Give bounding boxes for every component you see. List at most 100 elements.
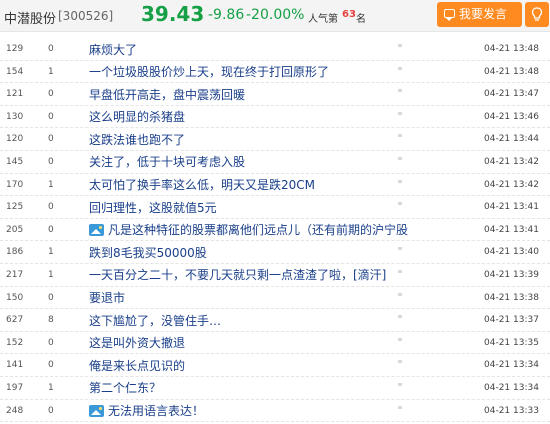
author-placeholder[interactable] xyxy=(398,315,446,323)
author-placeholder[interactable] xyxy=(398,360,446,368)
post-row[interactable]: 125 0 回归理性，这股就值5元 04-21 13:41 xyxy=(0,196,550,219)
post-title-wrap: 无法用语言表达！ xyxy=(89,403,204,419)
post-time: 04-21 13:46 xyxy=(484,111,539,122)
post-row[interactable]: 141 0 俺是来长点见识的 04-21 13:34 xyxy=(0,354,550,377)
post-title-wrap: 俺是来长点见识的 xyxy=(89,357,185,373)
post-title-link[interactable]: 无法用语言表达！ xyxy=(108,402,204,419)
author-placeholder[interactable] xyxy=(398,111,446,120)
popularity-rank: 63 xyxy=(342,9,356,20)
post-row[interactable]: 130 0 这么明显的杀猪盘 04-21 13:46 xyxy=(0,106,550,129)
author-placeholder[interactable] xyxy=(398,44,446,52)
post-row[interactable]: 186 1 跌到8毛我买50000股 04-21 13:40 xyxy=(0,241,550,264)
post-title-wrap: 这是叫外资大撤退 xyxy=(89,335,185,351)
post-title-link[interactable]: 要退市 xyxy=(89,289,125,306)
post-row[interactable]: 197 1 第二个仁东？ 04-21 13:34 xyxy=(0,377,550,400)
post-title-link[interactable]: 这么明显的杀猪盘 xyxy=(89,108,185,125)
post-title-wrap: 凡是这种特征的股票都离他们远点儿（还有前期的沪宁股 xyxy=(89,222,408,238)
post-title-wrap: 回归理性，这股就值5元 xyxy=(89,199,217,215)
author-placeholder[interactable] xyxy=(398,224,446,233)
read-count: 205 xyxy=(6,224,24,235)
post-time: 04-21 13:48 xyxy=(484,66,539,77)
post-row[interactable]: 145 0 关注了，低于十块可考虑入股 04-21 13:42 xyxy=(0,151,550,174)
read-count: 121 xyxy=(6,89,24,100)
post-time: 04-21 13:40 xyxy=(484,247,539,258)
read-count: 150 xyxy=(6,292,24,303)
stock-name[interactable]: 中潜股份 xyxy=(4,8,56,27)
post-time: 04-21 13:38 xyxy=(484,292,539,303)
picture-icon xyxy=(89,223,104,236)
post-row[interactable]: 129 0 麻烦大了 04-21 13:48 xyxy=(0,38,550,61)
author-placeholder[interactable] xyxy=(398,156,446,165)
author-placeholder[interactable] xyxy=(398,179,446,188)
post-title-link[interactable]: 这下尴尬了，没管住手… xyxy=(89,312,221,329)
reply-count: 0 xyxy=(48,202,54,213)
post-title-wrap: 跌到8毛我买50000股 xyxy=(89,244,207,260)
post-title-link[interactable]: 第二个仁东？ xyxy=(89,379,161,396)
post-title-wrap: 第二个仁东？ xyxy=(89,380,161,396)
post-row[interactable]: 154 1 一个垃圾股股价炒上天，现在终于打回原形了 04-21 13:48 xyxy=(0,61,550,84)
reply-count: 1 xyxy=(48,179,54,190)
read-count: 130 xyxy=(6,111,24,122)
post-title-link[interactable]: 一个垃圾股股价炒上天，现在终于打回原形了 xyxy=(89,63,329,80)
post-time: 04-21 13:48 xyxy=(484,44,539,54)
bulb-button[interactable] xyxy=(525,2,549,27)
post-title-link[interactable]: 跌到8毛我买50000股 xyxy=(89,244,207,261)
post-title-wrap: 一天百分之二十，不要几天就只剩一点渣渣了啦，[滴汗] xyxy=(89,267,386,283)
author-placeholder[interactable] xyxy=(398,269,446,278)
author-placeholder[interactable] xyxy=(398,337,446,346)
post-title-link[interactable]: 关注了，低于十块可考虑入股 xyxy=(89,153,245,170)
post-row[interactable]: 150 0 要退市 04-21 13:38 xyxy=(0,287,550,310)
reply-count: 0 xyxy=(48,360,54,371)
post-title-wrap: 这跌法谁也跑不了 xyxy=(89,131,185,147)
post-title-link[interactable]: 这是叫外资大撤退 xyxy=(89,334,185,351)
post-button-label: 我要发言 xyxy=(459,7,508,21)
reply-count: 0 xyxy=(48,111,54,122)
post-title-wrap: 麻烦大了 xyxy=(89,41,137,57)
read-count: 197 xyxy=(6,382,24,393)
read-count: 141 xyxy=(6,360,24,371)
post-title-wrap: 一个垃圾股股价炒上天，现在终于打回原形了 xyxy=(89,64,329,80)
lightbulb-icon xyxy=(531,7,543,21)
post-title-link[interactable]: 麻烦大了 xyxy=(89,41,137,58)
author-placeholder[interactable] xyxy=(398,66,446,75)
speech-bubble-icon xyxy=(444,9,455,21)
post-title-wrap: 太可怕了换手率这么低，明天又是跌20CM xyxy=(89,177,315,193)
post-row[interactable]: 205 0 凡是这种特征的股票都离他们远点儿（还有前期的沪宁股 04-21 13:41 xyxy=(0,219,550,242)
price-change: -9.86 xyxy=(208,7,245,23)
post-row[interactable]: 627 8 这下尴尬了，没管住手… 04-21 13:37 xyxy=(0,309,550,332)
post-title-link[interactable]: 太可怕了换手率这么低，明天又是跌20CM xyxy=(89,176,315,193)
author-placeholder[interactable] xyxy=(398,89,446,97)
post-title-wrap: 这下尴尬了，没管住手… xyxy=(89,312,221,328)
popularity-unit: 名 xyxy=(356,14,366,25)
read-count: 217 xyxy=(6,269,24,280)
post-title-link[interactable]: 早盘低开高走，盘中震荡回暖 xyxy=(89,86,245,103)
post-title-link[interactable]: 回归理性，这股就值5元 xyxy=(89,199,217,216)
post-row[interactable]: 120 0 这跌法谁也跑不了 04-21 13:44 xyxy=(0,128,550,151)
post-title-link[interactable]: 凡是这种特征的股票都离他们远点儿（还有前期的沪宁股 xyxy=(108,221,408,238)
post-row[interactable]: 121 0 早盘低开高走，盘中震荡回暖 04-21 13:47 xyxy=(0,83,550,106)
post-time: 04-21 13:41 xyxy=(484,202,539,213)
stock-header: 中潜股份 [300526] 39.43 -9.86 -20.00% 人气第 63… xyxy=(0,0,550,32)
post-title-link[interactable]: 这跌法谁也跑不了 xyxy=(89,131,185,148)
reply-count: 1 xyxy=(48,247,54,258)
post-row[interactable]: 217 1 一天百分之二十，不要几天就只剩一点渣渣了啦，[滴汗] 04-21 13:3… xyxy=(0,264,550,287)
post-row[interactable]: 152 0 这是叫外资大撤退 04-21 13:35 xyxy=(0,332,550,355)
post-button[interactable]: 我要发言 xyxy=(437,2,522,27)
price-change-percent: -20.00% xyxy=(246,7,305,23)
reply-count: 0 xyxy=(48,224,54,235)
read-count: 145 xyxy=(6,156,24,167)
post-title-link[interactable]: 俺是来长点见识的 xyxy=(89,357,185,374)
read-count: 129 xyxy=(6,44,24,54)
post-title-link[interactable]: 一天百分之二十，不要几天就只剩一点渣渣了啦，[滴汗] xyxy=(89,266,386,283)
author-placeholder[interactable] xyxy=(398,134,446,142)
reply-count: 0 xyxy=(48,134,54,145)
post-row[interactable]: 170 1 太可怕了换手率这么低，明天又是跌20CM 04-21 13:42 xyxy=(0,174,550,197)
post-time: 04-21 13:44 xyxy=(484,134,539,145)
post-time: 04-21 13:33 xyxy=(484,405,539,416)
author-placeholder[interactable] xyxy=(398,405,446,414)
post-row[interactable]: 248 0 无法用语言表达！ 04-21 13:33 xyxy=(0,400,550,423)
author-placeholder[interactable] xyxy=(398,382,446,391)
author-placeholder[interactable] xyxy=(398,292,446,301)
author-placeholder[interactable] xyxy=(398,247,446,255)
author-placeholder[interactable] xyxy=(398,202,446,210)
